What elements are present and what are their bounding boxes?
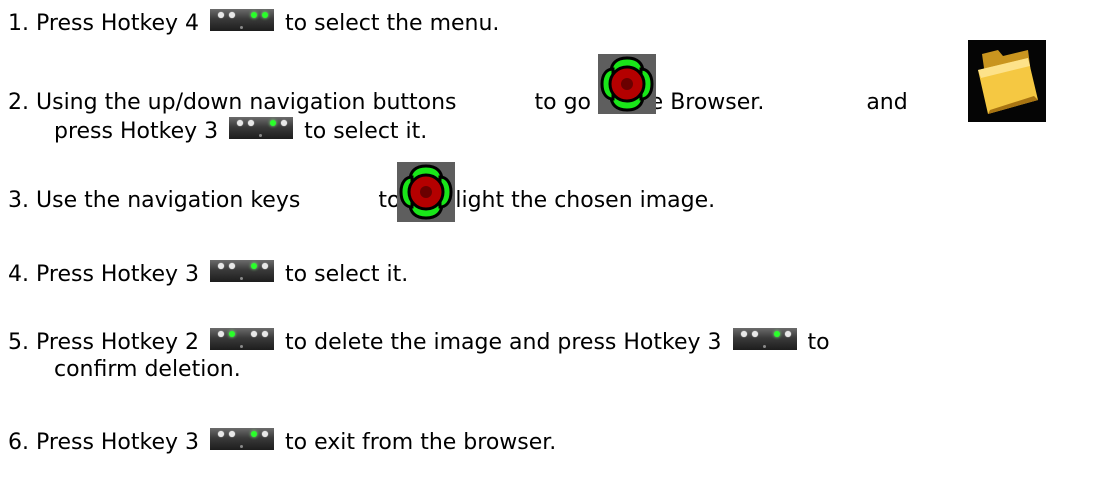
step-text: Press Hotkey 2: [36, 330, 200, 355]
step-5-continued: confirm deletion.: [54, 357, 241, 383]
step-text: Press Hotkey 4: [36, 11, 200, 36]
hotkey-3-icon: [732, 328, 797, 350]
hotkey-3-icon: [210, 260, 275, 282]
step-text: press Hotkey 3: [54, 119, 219, 144]
step-text: to select it.: [304, 119, 428, 144]
step-number: 2.: [8, 90, 29, 115]
step-text: Using the up/down navigation buttons: [36, 90, 457, 115]
step-5: 5. Press Hotkey 2 to delete the image an…: [8, 328, 830, 356]
step-number: 6.: [8, 430, 29, 455]
step-4: 4. Press Hotkey 3 to select it.: [8, 260, 408, 288]
hotkey-3-icon: [229, 117, 294, 139]
folder-icon: [968, 40, 1046, 122]
step-6: 6. Press Hotkey 3 to exit from the brows…: [8, 428, 556, 456]
step-text: Press Hotkey 3: [36, 430, 200, 455]
step-number: 3.: [8, 188, 29, 213]
step-text: to: [807, 330, 830, 355]
step-text: and: [866, 90, 908, 115]
step-number: 4.: [8, 262, 29, 287]
step-text: Press Hotkey 3: [36, 262, 200, 287]
step-text: to delete the image and press Hotkey 3: [285, 330, 722, 355]
step-number: 1.: [8, 11, 29, 36]
hotkey-4-icon: [210, 9, 275, 31]
step-text: to select the menu.: [285, 11, 500, 36]
step-3: 3. Use the navigation keys to highlight …: [8, 188, 715, 214]
step-1: 1. Press Hotkey 4 to select the menu.: [8, 9, 499, 37]
step-text: to select it.: [285, 262, 409, 287]
step-text: to exit from the browser.: [285, 430, 557, 455]
hotkey-3-icon: [210, 428, 275, 450]
step-text: confirm deletion.: [54, 357, 241, 382]
navigation-pad-icon: [598, 54, 656, 114]
step-text: Use the navigation keys: [36, 188, 301, 213]
step-2: 2. Using the up/down navigation buttons …: [8, 90, 908, 116]
hotkey-2-icon: [210, 328, 275, 350]
step-number: 5.: [8, 330, 29, 355]
navigation-pad-icon: [397, 162, 455, 222]
step-2-continued: press Hotkey 3 to select it.: [54, 117, 427, 145]
